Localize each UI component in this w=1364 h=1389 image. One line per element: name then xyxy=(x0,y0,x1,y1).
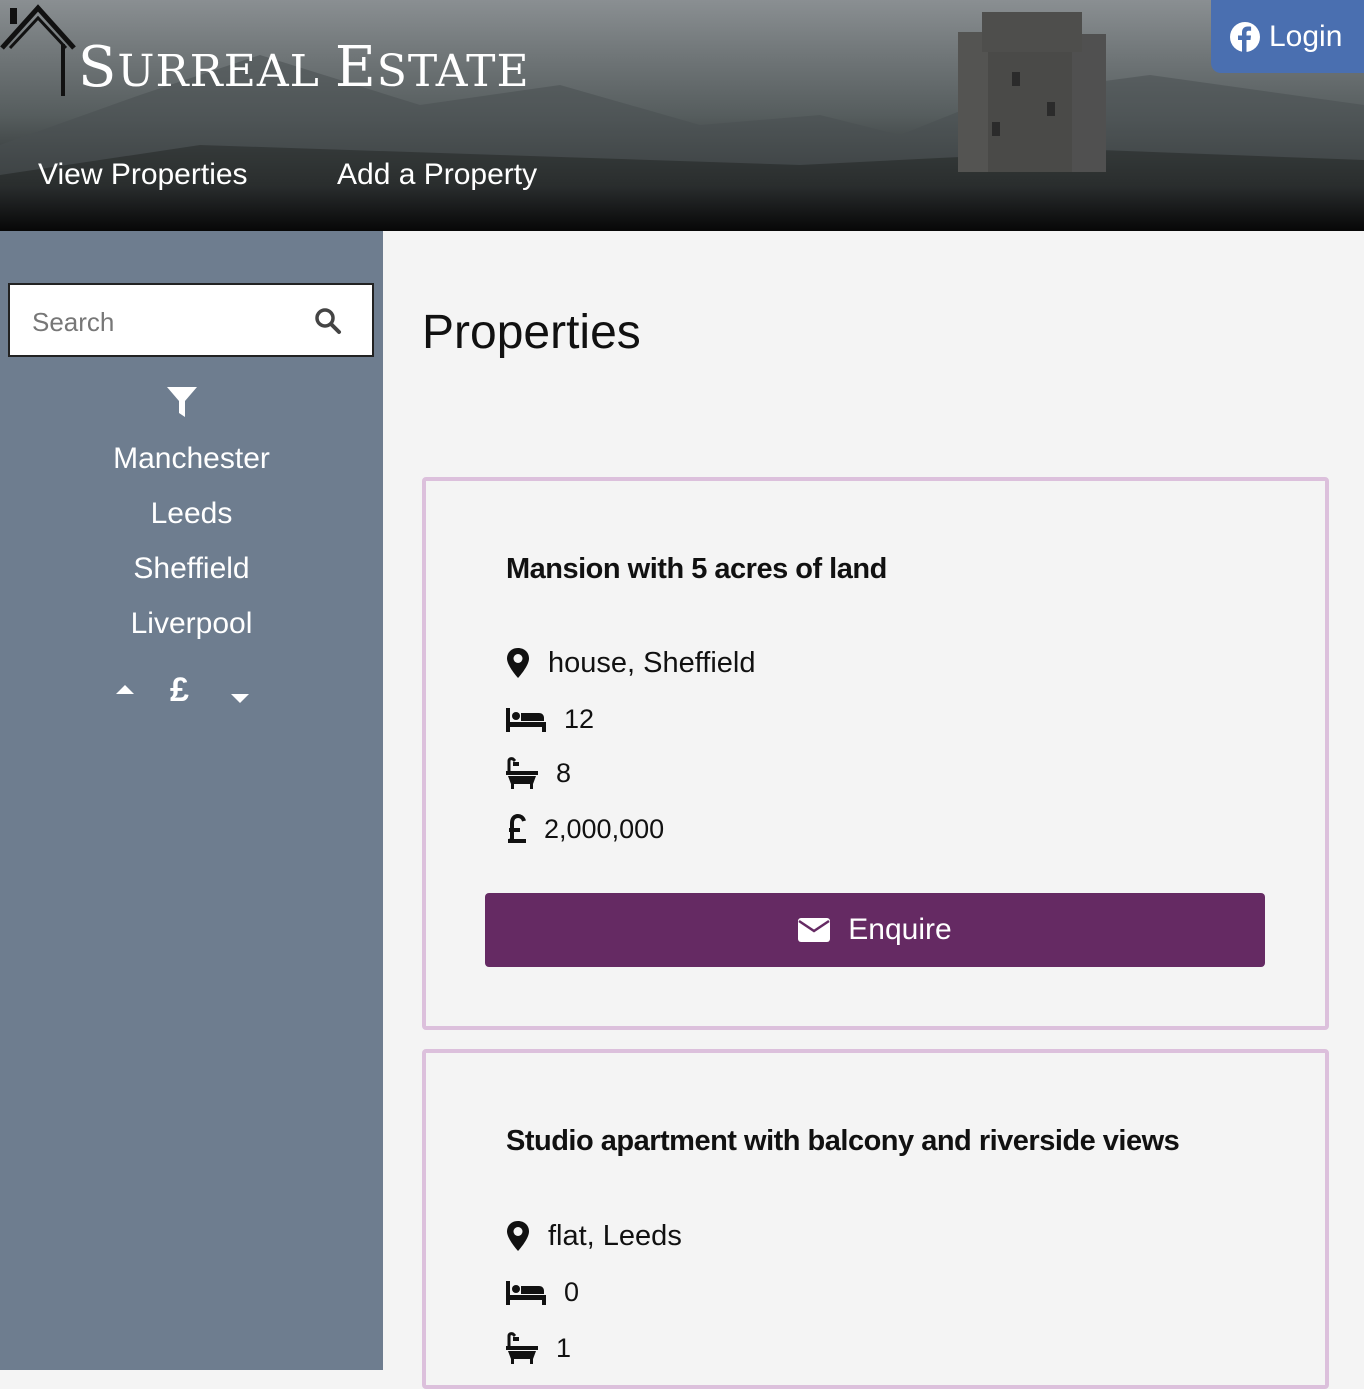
login-label: Login xyxy=(1269,19,1343,53)
bath-icon xyxy=(506,757,538,789)
bedroom-count: 12 xyxy=(564,703,595,734)
sidebar: Manchester Leeds Sheffield Liverpool £ xyxy=(0,231,383,1370)
property-card: Mansion with 5 acres of land house, Shef… xyxy=(422,477,1329,1030)
nav-view-properties[interactable]: View Properties xyxy=(38,158,248,192)
brand-initial-s: S xyxy=(78,35,118,100)
city-filter-manchester[interactable]: Manchester xyxy=(0,436,383,491)
filter-icon[interactable] xyxy=(165,385,199,419)
bedroom-count: 0 xyxy=(564,1276,580,1307)
price-sort-label: £ xyxy=(170,671,189,709)
bed-icon xyxy=(506,708,546,732)
property-location: flat, Leeds xyxy=(506,1216,682,1256)
bath-icon xyxy=(506,1332,538,1364)
castle-image xyxy=(958,12,1106,172)
bed-icon xyxy=(506,1281,546,1305)
location-text: house, Sheffield xyxy=(548,646,756,679)
property-title[interactable]: Studio apartment with balcony and rivers… xyxy=(506,1125,1180,1158)
price-sort: £ xyxy=(0,671,383,721)
city-filter-list: Manchester Leeds Sheffield Liverpool xyxy=(0,436,383,656)
property-card: Studio apartment with balcony and rivers… xyxy=(422,1049,1329,1389)
pound-icon xyxy=(507,814,526,843)
price-text: 2,000,000 xyxy=(544,813,665,844)
enquire-label: Enquire xyxy=(848,913,952,946)
caret-up-icon[interactable] xyxy=(115,683,135,695)
location-text: flat, Leeds xyxy=(548,1219,682,1252)
brand-initial-e: E xyxy=(334,35,377,100)
property-bedrooms: 0 xyxy=(506,1272,579,1312)
search-input[interactable] xyxy=(30,301,284,343)
map-marker-icon xyxy=(507,648,529,678)
bathroom-count: 1 xyxy=(556,1332,572,1363)
page-title: Properties xyxy=(422,306,641,359)
brand-word-surreal: URREAL xyxy=(117,46,335,97)
facebook-icon xyxy=(1230,21,1260,52)
site-header: SURREAL ESTATE View Properties Add a Pro… xyxy=(0,0,1364,231)
nav-add-property[interactable]: Add a Property xyxy=(337,158,537,192)
property-price: 2,000,000 xyxy=(506,809,664,849)
bathroom-count: 8 xyxy=(556,757,572,788)
enquire-button[interactable]: Enquire xyxy=(485,893,1265,967)
login-button[interactable]: Login xyxy=(1211,0,1364,73)
envelope-icon xyxy=(798,918,831,942)
search-icon[interactable] xyxy=(314,307,342,335)
brand-name[interactable]: SURREAL ESTATE xyxy=(78,40,530,96)
city-filter-leeds[interactable]: Leeds xyxy=(0,491,383,546)
property-bathrooms: 1 xyxy=(506,1328,571,1368)
city-filter-liverpool[interactable]: Liverpool xyxy=(0,601,383,656)
property-bedrooms: 12 xyxy=(506,699,594,739)
search-box xyxy=(8,283,374,357)
caret-down-icon[interactable] xyxy=(230,693,250,705)
property-title[interactable]: Mansion with 5 acres of land xyxy=(506,553,887,586)
property-location: house, Sheffield xyxy=(506,643,755,683)
property-bathrooms: 8 xyxy=(506,753,571,793)
map-marker-icon xyxy=(507,1221,529,1251)
house-logo-icon xyxy=(0,4,76,96)
city-filter-sheffield[interactable]: Sheffield xyxy=(0,546,383,601)
brand-word-estate: STATE xyxy=(376,46,530,97)
